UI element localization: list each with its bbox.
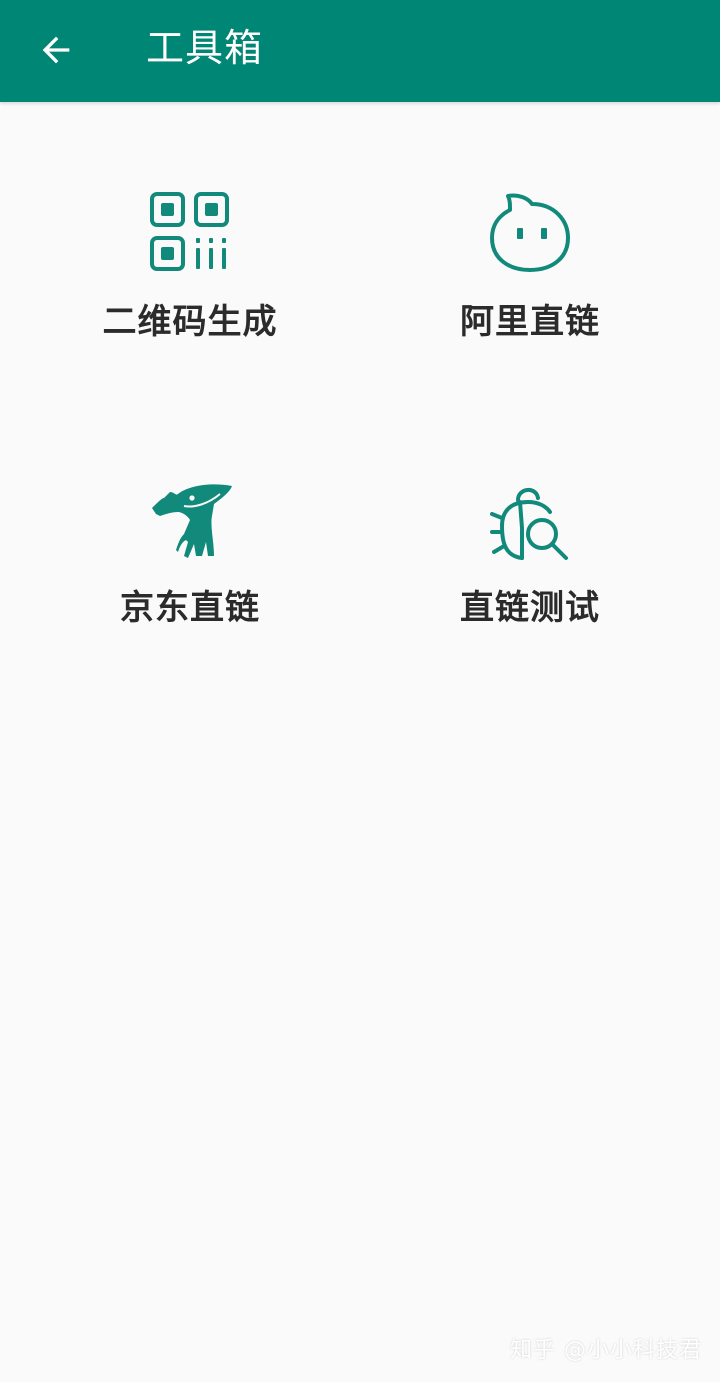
app-bar: 工具箱 [0, 0, 720, 102]
tool-ali-direct-link[interactable]: 阿里直链 [360, 102, 700, 362]
aliyun-drive-icon [490, 193, 570, 272]
tool-label: 京东直链 [120, 588, 260, 628]
toolbox-screen: 工具箱 二维码生成 阿里直链 京东直链 直链测试 知乎 @小小科技君 [0, 0, 720, 1382]
tool-label: 二维码生成 [102, 302, 278, 342]
jd-joy-dog-icon [152, 484, 232, 558]
arrow-left-icon [42, 36, 70, 64]
bug-search-icon [490, 488, 568, 560]
page-title: 工具箱 [146, 26, 264, 70]
watermark: 知乎 @小小科技君 [510, 1338, 702, 1363]
qr-code-icon [150, 192, 229, 271]
tool-direct-link-test[interactable]: 直链测试 [360, 388, 700, 648]
tool-label: 直链测试 [460, 588, 600, 628]
back-button[interactable] [28, 22, 84, 78]
tool-qr-code[interactable]: 二维码生成 [20, 102, 360, 362]
tool-label: 阿里直链 [460, 302, 600, 342]
tool-jd-direct-link[interactable]: 京东直链 [20, 388, 360, 648]
